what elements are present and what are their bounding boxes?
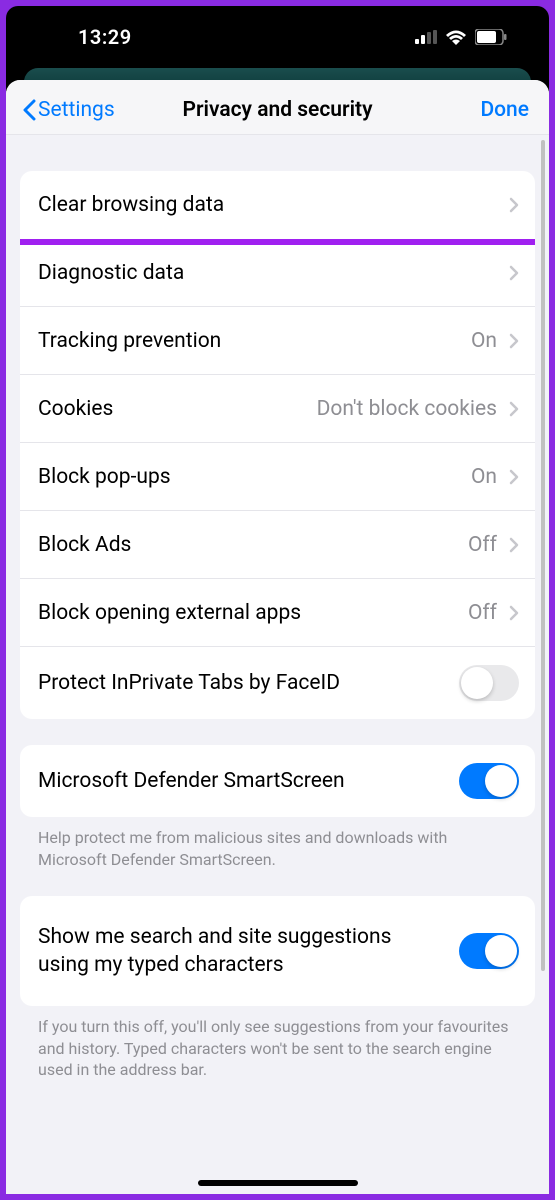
home-indicator[interactable] (198, 1180, 358, 1186)
row-label: Cookies (38, 397, 305, 421)
settings-sheet: Settings Privacy and security Done Clear… (6, 80, 549, 1194)
toggle-knob (485, 935, 517, 967)
row-label: Tracking prevention (38, 329, 459, 353)
row-label: Diagnostic data (38, 261, 497, 285)
highlight-box: Clear browsing data (20, 171, 535, 245)
settings-group-3: Show me search and site suggestions usin… (20, 896, 535, 1006)
row-protect-inprivate: Protect InPrivate Tabs by FaceID (20, 647, 535, 719)
wifi-icon (445, 29, 467, 45)
row-value: Off (468, 533, 497, 557)
signal-icon (415, 30, 437, 44)
row-search-suggestions: Show me search and site suggestions usin… (20, 896, 535, 1006)
page-title: Privacy and security (182, 98, 372, 122)
group2-footer: Help protect me from malicious sites and… (20, 817, 535, 870)
chevron-right-icon (509, 265, 519, 281)
row-block-popups[interactable]: Block pop-ups On (20, 443, 535, 511)
row-label: Show me search and site suggestions usin… (38, 923, 447, 980)
settings-group-1: Clear browsing data Diagnostic data Trac… (20, 171, 535, 719)
row-value: On (471, 329, 497, 353)
row-label: Clear browsing data (38, 193, 497, 217)
row-cookies[interactable]: Cookies Don't block cookies (20, 375, 535, 443)
battery-icon (475, 29, 507, 45)
row-clear-browsing-data[interactable]: Clear browsing data (20, 171, 535, 239)
chevron-right-icon (509, 333, 519, 349)
row-smartscreen: Microsoft Defender SmartScreen (20, 745, 535, 817)
group3-footer: If you turn this off, you'll only see su… (20, 1006, 535, 1081)
status-time: 13:29 (78, 25, 132, 49)
row-label: Protect InPrivate Tabs by FaceID (38, 671, 447, 695)
phone-frame: 13:29 Settings Privacy and security Done… (6, 6, 549, 1194)
row-block-ads[interactable]: Block Ads Off (20, 511, 535, 579)
row-label: Block opening external apps (38, 601, 456, 625)
row-value: Don't block cookies (317, 397, 497, 421)
back-button[interactable]: Settings (22, 98, 115, 122)
toggle-knob (485, 765, 517, 797)
scrollbar-thumb[interactable] (541, 140, 545, 971)
row-label: Block pop-ups (38, 465, 459, 489)
content-scroll[interactable]: Clear browsing data Diagnostic data Trac… (6, 135, 549, 1189)
chevron-left-icon (22, 99, 36, 121)
toggle-knob (461, 667, 493, 699)
row-value: On (471, 465, 497, 489)
scrollbar[interactable] (541, 140, 545, 1154)
toggle-protect-inprivate[interactable] (459, 665, 519, 701)
chevron-right-icon (509, 605, 519, 621)
chevron-right-icon (509, 197, 519, 213)
chevron-right-icon (509, 469, 519, 485)
row-tracking-prevention[interactable]: Tracking prevention On (20, 307, 535, 375)
settings-group-2: Microsoft Defender SmartScreen (20, 745, 535, 817)
status-icons (415, 29, 507, 45)
done-button[interactable]: Done (480, 98, 529, 122)
nav-bar: Settings Privacy and security Done (6, 80, 549, 135)
toggle-search-suggestions[interactable] (459, 933, 519, 969)
chevron-right-icon (509, 401, 519, 417)
toggle-smartscreen[interactable] (459, 763, 519, 799)
chevron-right-icon (509, 537, 519, 553)
status-bar: 13:29 (6, 6, 549, 68)
back-label: Settings (38, 98, 115, 122)
row-diagnostic-data[interactable]: Diagnostic data (20, 239, 535, 307)
row-value: Off (468, 601, 497, 625)
row-label: Block Ads (38, 533, 456, 557)
row-label: Microsoft Defender SmartScreen (38, 769, 447, 793)
row-block-external-apps[interactable]: Block opening external apps Off (20, 579, 535, 647)
